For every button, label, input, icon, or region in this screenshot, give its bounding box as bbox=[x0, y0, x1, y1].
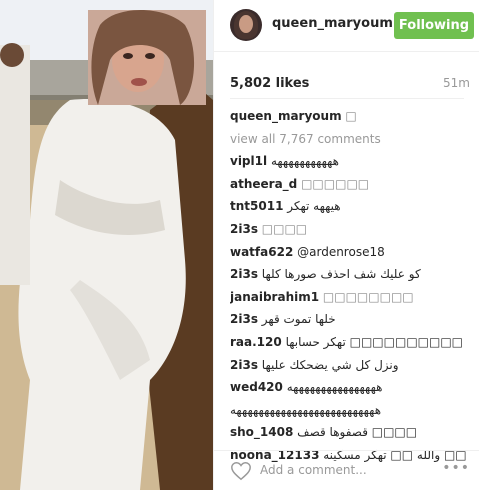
post-time[interactable]: 51m bbox=[443, 76, 470, 90]
author-username[interactable]: queen_maryoum bbox=[272, 16, 393, 31]
comment-text: □□□□□□□□ bbox=[322, 289, 414, 304]
caption: queen_maryoum □ bbox=[230, 108, 476, 131]
add-comment-input[interactable]: Add a comment... bbox=[260, 463, 367, 477]
comment-username[interactable]: queen_maryoum bbox=[230, 109, 342, 123]
comment-item: atheera_d □□□□□□ bbox=[230, 176, 476, 199]
heart-outline-icon[interactable] bbox=[230, 460, 252, 482]
comment-text: خلها تموت قهر bbox=[261, 312, 336, 327]
comment-text: □□□□□□ bbox=[301, 176, 370, 191]
post-details-panel: queen_maryoum Following 5,802 likes 51m … bbox=[213, 0, 479, 490]
comment-username[interactable]: 2i3s bbox=[230, 267, 258, 281]
comment-text: ههههههههههههههههه bbox=[286, 380, 383, 395]
comment-username[interactable]: vipl1l bbox=[230, 154, 267, 168]
comment-username[interactable]: raa.120 bbox=[230, 335, 282, 349]
comment-username[interactable]: 2i3s bbox=[230, 222, 258, 236]
comment-text: هيههه تهكر bbox=[287, 199, 341, 214]
comment-item: watfa622 @ardenrose18 bbox=[230, 244, 476, 267]
comment-item: 2i3s ونزل كل شي يضحكك عليها bbox=[230, 357, 476, 380]
comment-text: هههههههههههه bbox=[270, 154, 340, 169]
comment-item: raa.120 تهكر حسابها □□□□□□□□□□ bbox=[230, 334, 476, 357]
comment-text: كو عليك شف احذف صورها كلها bbox=[261, 267, 421, 282]
comment-item: sho_1408 قصفوها قصف □□□□ bbox=[230, 424, 476, 447]
likes-count[interactable]: 5,802 likes bbox=[230, 76, 309, 91]
comment-username[interactable]: watfa622 bbox=[230, 245, 293, 259]
comment-item: wed420 ههههههههههههههههه bbox=[230, 379, 476, 402]
photo-illustration bbox=[0, 0, 213, 490]
comments-list: queen_maryoum □ view all 7,767 comments … bbox=[230, 108, 476, 470]
comment-text: ههههههههههههههههههههههههههه bbox=[230, 402, 382, 417]
likes-divider bbox=[230, 98, 464, 99]
comment-username[interactable]: janaibrahim1 bbox=[230, 290, 319, 304]
comment-username[interactable]: tnt5011 bbox=[230, 199, 283, 213]
comment-text: تهكر حسابها □□□□□□□□□□ bbox=[285, 334, 464, 349]
comment-username[interactable]: atheera_d bbox=[230, 177, 297, 191]
comment-item: tnt5011 هيههه تهكر bbox=[230, 198, 476, 221]
comment-footer: Add a comment... ••• bbox=[214, 450, 479, 490]
more-options-icon[interactable]: ••• bbox=[442, 460, 470, 476]
comment-username[interactable]: sho_1408 bbox=[230, 425, 293, 439]
comment-item: vipl1l هههههههههههه bbox=[230, 153, 476, 176]
comment-item: 2i3s □□□□ bbox=[230, 221, 476, 244]
post-photo bbox=[0, 0, 213, 490]
comment-text: □□□□ bbox=[261, 221, 308, 236]
comment-username[interactable]: wed420 bbox=[230, 380, 283, 394]
avatar[interactable] bbox=[230, 9, 262, 41]
comment-mention-link[interactable]: @ardenrose18 bbox=[297, 245, 385, 259]
view-all-comments-link[interactable]: view all 7,767 comments bbox=[230, 131, 476, 154]
comment-item: 2i3s كو عليك شف احذف صورها كلها bbox=[230, 266, 476, 289]
comment-text: ونزل كل شي يضحكك عليها bbox=[261, 357, 399, 372]
comment-text: □ bbox=[345, 109, 357, 123]
comment-continuation: ههههههههههههههههههههههههههه bbox=[230, 402, 476, 425]
following-button[interactable]: Following bbox=[394, 12, 474, 39]
comment-username[interactable]: 2i3s bbox=[230, 358, 258, 372]
comment-username[interactable]: 2i3s bbox=[230, 312, 258, 326]
comment-text: قصفوها قصف □□□□ bbox=[297, 425, 418, 440]
likes-row: 5,802 likes 51m bbox=[230, 76, 470, 91]
comment-item: janaibrahim1 □□□□□□□□ bbox=[230, 289, 476, 312]
comment-item: 2i3s خلها تموت قهر bbox=[230, 311, 476, 334]
post-header: queen_maryoum Following bbox=[214, 0, 479, 52]
